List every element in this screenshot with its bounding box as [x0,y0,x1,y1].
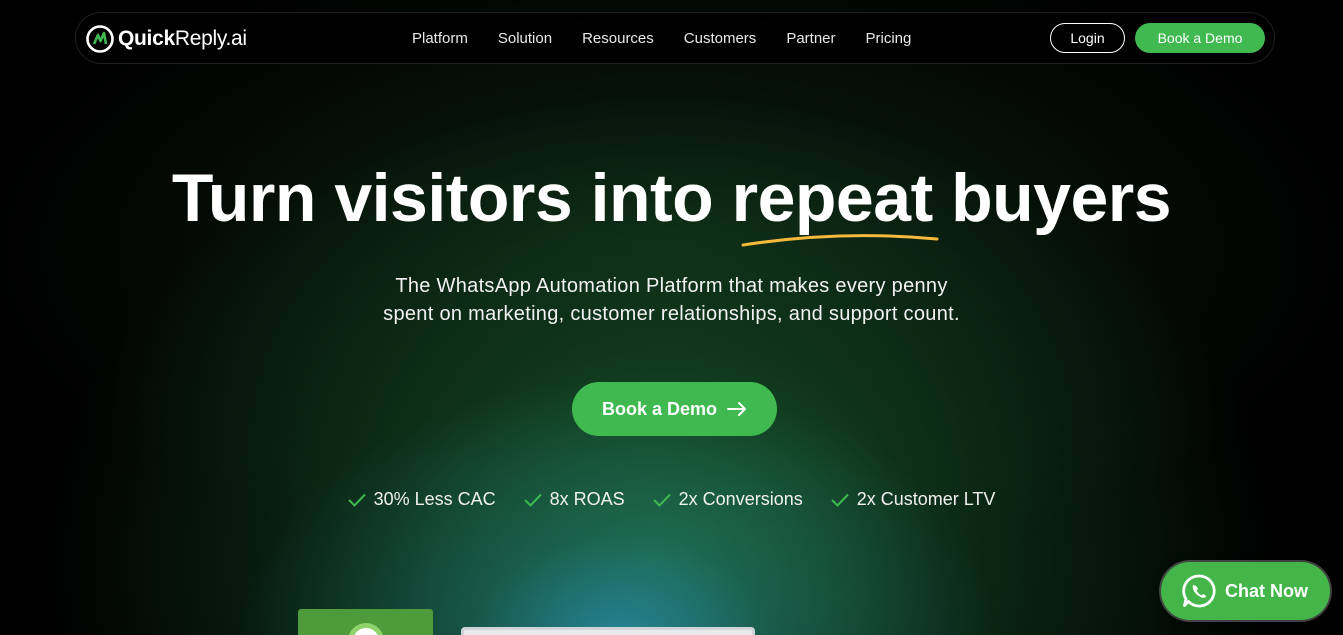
quickreply-logo-icon [86,25,114,53]
whatsapp-icon [1182,574,1216,608]
check-icon [347,493,366,507]
feature-list: 30% Less CAC 8x ROAS 2x Conversions 2x C… [0,489,1343,510]
nav-link-pricing[interactable]: Pricing [866,30,912,47]
store-avatar [348,623,384,635]
preview-card-screen [461,627,755,635]
nav-link-customers[interactable]: Customers [684,30,757,47]
check-icon [831,493,849,507]
nav-link-solution[interactable]: Solution [498,30,552,47]
feature-item: 30% Less CAC [347,489,496,510]
login-button[interactable]: Login [1050,23,1125,53]
hero-book-demo-button[interactable]: Book a Demo [572,382,777,436]
headline-underline-decoration [741,234,939,247]
hero-subtitle-line-2: spent on marketing, customer relationshi… [383,303,960,325]
chat-now-widget[interactable]: Chat Now [1161,562,1330,620]
hero-headline: Turn visitors into repeat buyers [171,160,1172,236]
feature-label: 8x ROAS [549,489,625,509]
feature-item: 2x Customer LTV [831,489,996,510]
check-icon [652,493,671,507]
feature-label: 2x Conversions [678,489,803,509]
feature-item: 8x ROAS [523,489,625,510]
arrow-right-icon [727,402,747,416]
nav-book-demo-button[interactable]: Book a Demo [1135,23,1265,53]
feature-item: 2x Conversions [652,489,803,510]
hero-subtitle: The WhatsApp Automation Platform that ma… [0,272,1343,328]
hero-cta-label: Book a Demo [601,398,718,419]
nav-link-partner[interactable]: Partner [786,30,835,47]
chat-now-label: Chat Now [1225,580,1308,601]
feature-label: 2x Customer LTV [856,489,996,509]
top-navbar: QuickReply.ai Platform Solution Resource… [75,12,1275,64]
brand-name: QuickReply.ai [118,27,247,50]
nav-link-resources[interactable]: Resources [582,30,654,47]
nav-links: Platform Solution Resources Customers Pa… [412,30,941,47]
nav-link-platform[interactable]: Platform [412,30,468,47]
preview-card-store [298,609,433,635]
brand-logo[interactable]: QuickReply.ai [85,24,247,54]
hero-subtitle-line-1: The WhatsApp Automation Platform that ma… [395,275,948,297]
check-icon [523,493,542,507]
feature-label: 30% Less CAC [373,489,496,509]
